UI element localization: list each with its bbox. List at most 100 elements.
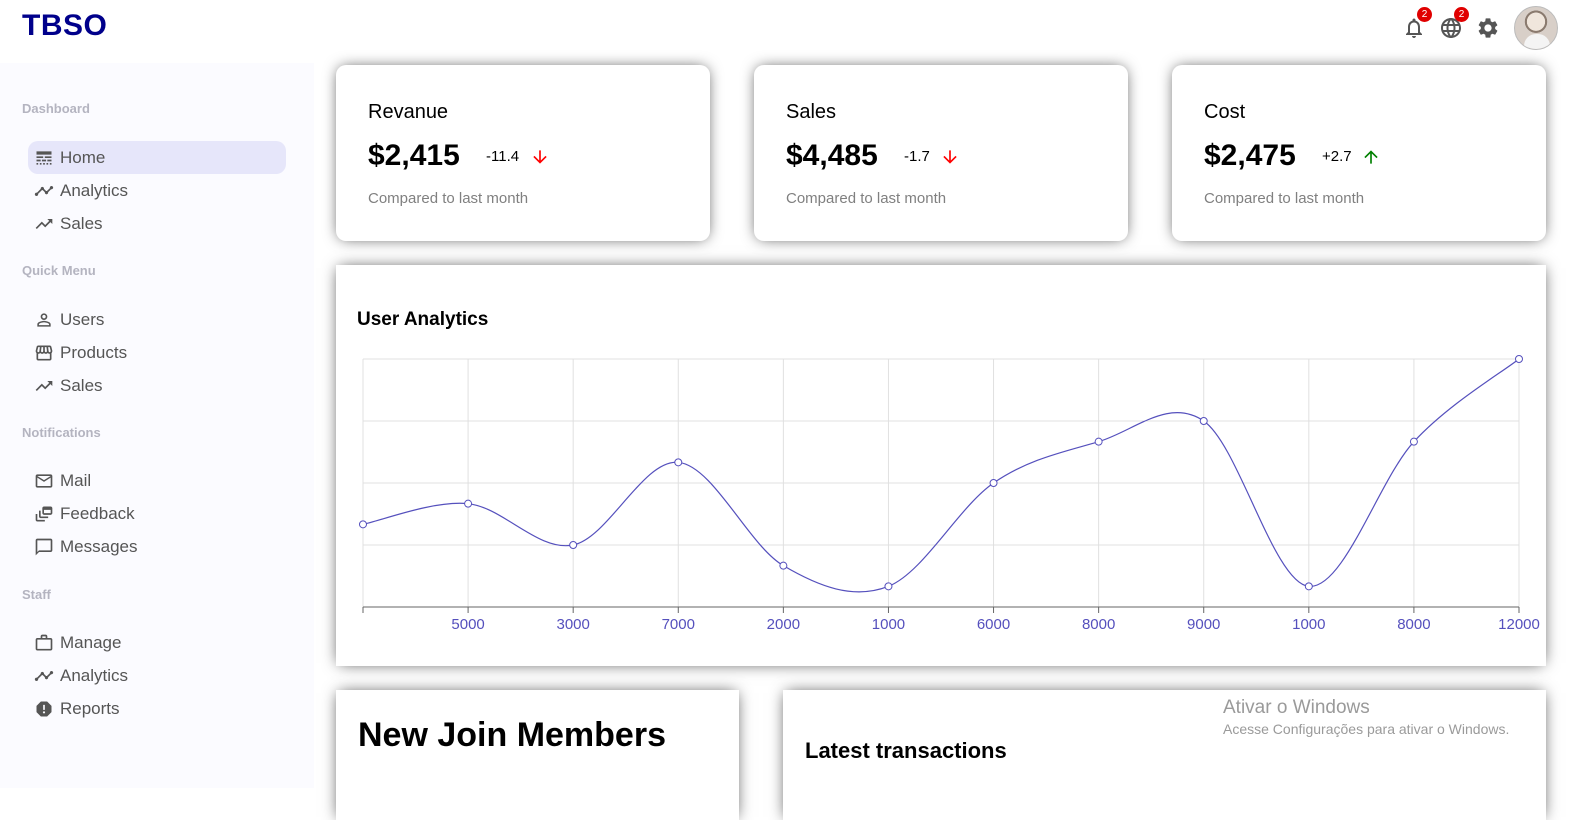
avatar[interactable] — [1514, 6, 1558, 50]
sidebar-item-label: Sales — [60, 213, 103, 233]
sidebar-item-feedback[interactable]: Feedback — [28, 497, 286, 530]
data-point — [1094, 437, 1103, 446]
featured-title: Cost — [1204, 101, 1246, 123]
data-point — [674, 458, 683, 467]
arrow-up-icon — [1364, 150, 1378, 164]
gear-icon — [1478, 18, 1498, 38]
sidebar-title-staff: Staff — [22, 587, 51, 602]
sidebar-item-products[interactable]: Products — [28, 336, 286, 369]
sidebar-item-quick-sales[interactable]: Sales — [28, 369, 286, 402]
x-tick-label: 7000 — [662, 616, 695, 633]
new-members-widget: New Join Members — [336, 690, 739, 820]
featured-sub: Compared to last month — [368, 190, 529, 207]
sidebar-item-manage[interactable]: Manage — [28, 626, 286, 659]
x-tick-label: 3000 — [556, 616, 589, 633]
watermark-line1: Ativar o Windows — [1223, 697, 1370, 718]
language-badge: 2 — [1454, 7, 1469, 22]
featured-sub: Compared to last month — [1204, 190, 1365, 207]
x-tick-label: 8000 — [1397, 616, 1430, 633]
featured-money: $2,415 — [368, 139, 460, 172]
line-chart: 5000 3000 7000 2000 1000 6000 8000 9000 1000 8000… — [359, 355, 1540, 633]
sidebar-title-notifications: Notifications — [22, 425, 101, 440]
topbar-icons: 2 2 — [1402, 5, 1558, 51]
featured-title: Sales — [786, 101, 837, 123]
logo[interactable]: TBSO — [22, 9, 107, 43]
featured-rate: -1.7 — [904, 148, 930, 165]
featured-money: $2,475 — [1204, 139, 1296, 172]
data-point — [359, 520, 367, 529]
data-point — [569, 541, 578, 549]
featured-card-cost: Cost $2,475 +2.7 Compared to last month — [1172, 65, 1546, 241]
data-point — [1515, 355, 1523, 363]
sidebar-title-dashboard: Dashboard — [22, 101, 90, 116]
sidebar-item-label: Users — [60, 309, 105, 329]
data-point — [779, 561, 788, 570]
sidebar-item-mail[interactable]: Mail — [28, 464, 286, 497]
sidebar-item-label: Analytics — [60, 180, 129, 200]
sidebar-item-label: Manage — [60, 632, 122, 652]
sidebar-item-label: Messages — [60, 536, 138, 556]
sidebar-item-label: Products — [60, 342, 128, 362]
trending-up-icon — [35, 380, 53, 391]
sidebar-item-label: Sales — [60, 375, 103, 395]
x-tick-label: 1000 — [872, 616, 905, 633]
sidebar-item-users[interactable]: Users — [28, 303, 286, 336]
arrow-down-icon — [943, 150, 957, 164]
widget-title: Latest transactions — [805, 738, 1007, 763]
sidebar-item-label: Analytics — [60, 665, 129, 685]
data-point — [989, 479, 998, 487]
arrow-down-icon — [533, 150, 547, 164]
featured-money: $4,485 — [786, 139, 878, 172]
featured-title: Revanue — [368, 101, 449, 123]
featured-sub: Compared to last month — [786, 190, 947, 207]
sidebar-item-analytics[interactable]: Analytics — [28, 174, 286, 207]
notifications-button[interactable]: 2 — [1402, 7, 1432, 40]
sidebar-item-messages[interactable]: Messages — [28, 530, 286, 563]
x-tick-label: 5000 — [451, 616, 484, 633]
sidebar-item-label: Home — [60, 147, 106, 167]
topbar: TBSO 2 2 — [0, 0, 1583, 60]
sidebar-item-label: Feedback — [60, 503, 135, 523]
featured-rate: -11.4 — [486, 148, 520, 165]
x-tick-label: 9000 — [1187, 616, 1220, 633]
featured-rate: +2.7 — [1322, 148, 1352, 165]
chat-bubble-outline-icon — [35, 538, 53, 555]
mail-outline-icon — [35, 473, 53, 488]
timeline-icon — [34, 670, 54, 681]
language-button[interactable]: 2 — [1439, 7, 1469, 40]
user-analytics-chart: User Analytics 5000 3000 7000 2000 1000 6000 8… — [336, 265, 1546, 666]
data-point — [1304, 582, 1313, 591]
x-tick-label: 6000 — [977, 616, 1010, 633]
data-point — [1409, 437, 1418, 446]
x-tick-label: 2000 — [767, 616, 800, 633]
x-tick-label: 12000 — [1498, 616, 1540, 633]
storefront-icon — [35, 345, 53, 360]
sidebar-item-staff-analytics[interactable]: Analytics — [28, 659, 286, 692]
widget-title: New Join Members — [358, 716, 666, 754]
sidebar-item-label: Reports — [60, 698, 120, 718]
featured-card-sales: Sales $4,485 -1.7 Compared to last month — [754, 65, 1128, 241]
sidebar-item-sales[interactable]: Sales — [28, 207, 286, 240]
data-point — [1199, 417, 1208, 425]
work-outline-icon — [35, 634, 53, 650]
data-point — [884, 582, 893, 591]
windows-activation-watermark: Ativar o Windows Acesse Configurações pa… — [1223, 697, 1509, 737]
dynamic-feed-icon — [35, 506, 53, 521]
x-tick-label: 1000 — [1292, 616, 1325, 633]
series-line — [362, 358, 1520, 593]
timeline-icon — [34, 185, 54, 196]
featured-card-revenue: Revanue $2,415 -11.4 Compared to last mo… — [336, 65, 710, 241]
person-outline-icon — [37, 312, 51, 327]
sidebar-title-quick-menu: Quick Menu — [22, 263, 96, 278]
x-tick-label: 8000 — [1082, 616, 1115, 633]
sidebar-item-label: Mail — [60, 470, 92, 490]
settings-button[interactable] — [1476, 16, 1500, 40]
report-icon — [36, 701, 52, 716]
sidebar-item-reports[interactable]: Reports — [28, 692, 286, 725]
trending-up-icon — [35, 218, 53, 229]
line-style-icon — [36, 150, 52, 165]
sidebar: Dashboard Home Analytics Sales Quick Men… — [0, 63, 314, 788]
notification-badge: 2 — [1417, 7, 1432, 22]
watermark-line2: Acesse Configurações para ativar o Windo… — [1223, 721, 1510, 737]
sidebar-item-home[interactable]: Home — [28, 141, 286, 174]
